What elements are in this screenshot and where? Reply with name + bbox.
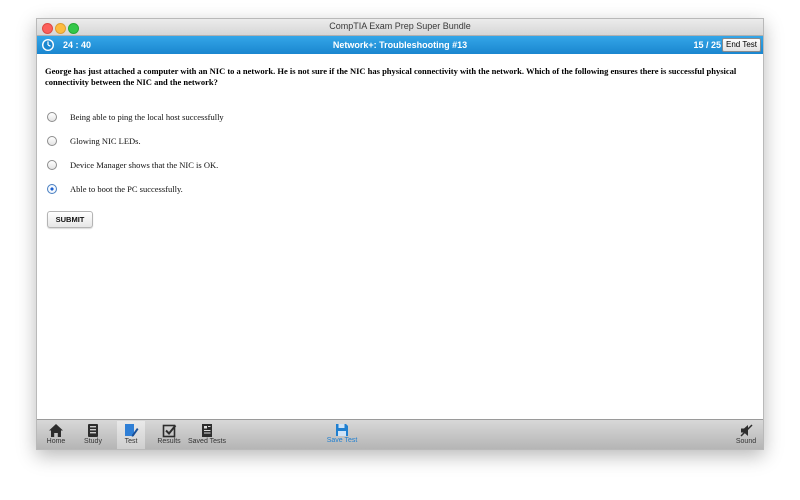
toolbar-saved-tests[interactable]: Saved Tests <box>186 421 228 449</box>
home-icon <box>49 424 63 437</box>
answer-label: Device Manager shows that the NIC is OK. <box>70 160 219 170</box>
exam-header: 24 : 40 Network+: Troubleshooting #13 15… <box>37 36 763 54</box>
radio-button-selected[interactable] <box>47 184 57 194</box>
toolbar-sound[interactable]: Sound <box>731 421 761 449</box>
answer-label: Able to boot the PC successfully. <box>70 184 183 194</box>
radio-button[interactable] <box>47 112 57 122</box>
results-checkbox-icon <box>162 424 176 438</box>
toolbar-home[interactable]: Home <box>41 421 71 449</box>
app-window: CompTIA Exam Prep Super Bundle 24 : 40 N… <box>36 18 764 450</box>
question-title: Network+: Troubleshooting #13 <box>332 40 468 50</box>
question-counter: 15 / 25 <box>693 40 721 50</box>
toolbar-label: Home <box>46 438 66 445</box>
toolbar-label: Study <box>84 438 102 445</box>
bottom-toolbar: Home Study Test Results Saved Tests Save… <box>37 419 763 449</box>
sound-muted-icon <box>739 424 753 437</box>
toolbar-label: Sound <box>735 438 757 445</box>
question-text: George has just attached a computer with… <box>45 66 737 87</box>
saved-tests-document-icon <box>202 424 212 437</box>
toolbar-results[interactable]: Results <box>152 421 186 449</box>
answer-label: Glowing NIC LEDs. <box>70 136 141 146</box>
title-bar: CompTIA Exam Prep Super Bundle <box>37 19 763 36</box>
toolbar-save-test[interactable]: Save Test <box>322 421 362 449</box>
toolbar-test[interactable]: Test <box>117 421 145 449</box>
toolbar-label: Saved Tests <box>187 438 226 445</box>
toolbar-label: Test <box>124 438 138 445</box>
radio-button[interactable] <box>47 136 57 146</box>
toolbar-study[interactable]: Study <box>79 421 107 449</box>
test-pencil-icon <box>125 424 139 437</box>
toolbar-label: Save Test <box>326 437 358 444</box>
save-floppy-icon <box>336 424 348 436</box>
toolbar-label: Results <box>157 438 181 445</box>
study-book-icon <box>88 424 98 437</box>
radio-button[interactable] <box>47 160 57 170</box>
window-title: CompTIA Exam Prep Super Bundle <box>329 21 471 31</box>
answer-label: Being able to ping the local host succes… <box>70 112 224 122</box>
submit-button[interactable]: SUBMIT <box>47 211 93 228</box>
end-test-button[interactable]: End Test <box>722 38 761 52</box>
